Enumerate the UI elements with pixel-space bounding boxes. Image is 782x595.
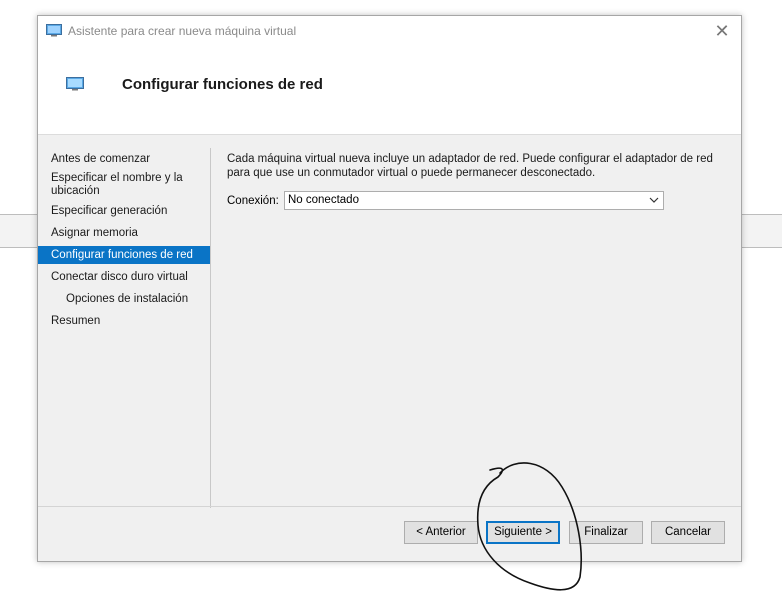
background-window-strip-left [0, 214, 40, 248]
next-button-label: Siguiente > [494, 526, 552, 538]
hyperv-vm-icon [46, 24, 62, 37]
nav-item-disco-duro[interactable]: Conectar disco duro virtual [38, 271, 210, 284]
page-title: Configurar funciones de red [122, 76, 323, 93]
finish-button[interactable]: Finalizar [569, 521, 643, 544]
network-config-panel: Cada máquina virtual nueva incluye un ad… [227, 153, 727, 210]
title-bar: Asistente para crear nueva máquina virtu… [38, 16, 741, 46]
wizard-steps-nav: Antes de comenzar Especificar el nombre … [38, 135, 210, 495]
connection-select[interactable]: No conectado [284, 191, 664, 210]
nav-item-nombre-ubicacion[interactable]: Especificar el nombre y la ubicación [38, 172, 188, 198]
background-window-strip-right [740, 214, 782, 248]
nav-item-resumen[interactable]: Resumen [38, 315, 210, 328]
footer-divider [38, 506, 741, 507]
new-vm-wizard-dialog: Asistente para crear nueva máquina virtu… [37, 15, 742, 562]
finish-button-label: Finalizar [584, 526, 628, 538]
close-icon[interactable]: ✕ [711, 20, 733, 42]
back-button[interactable]: < Anterior [404, 521, 478, 544]
wizard-body: Antes de comenzar Especificar el nombre … [38, 135, 741, 561]
network-description: Cada máquina virtual nueva incluye un ad… [227, 153, 713, 179]
nav-item-antes-de-comenzar[interactable]: Antes de comenzar [38, 153, 210, 166]
wizard-header: Configurar funciones de red [38, 46, 741, 135]
connection-row: Conexión: No conectado [227, 191, 717, 213]
nav-item-opciones-instalacion[interactable]: Opciones de instalación [38, 293, 210, 306]
nav-item-memoria[interactable]: Asignar memoria [38, 227, 210, 240]
window-title: Asistente para crear nueva máquina virtu… [68, 24, 297, 38]
nav-divider [210, 148, 211, 508]
network-vm-icon [66, 77, 84, 91]
next-button[interactable]: Siguiente > [486, 521, 560, 544]
chevron-down-icon [649, 197, 659, 203]
back-button-label: < Anterior [416, 526, 466, 538]
nav-item-funciones-red[interactable]: Configurar funciones de red [38, 246, 210, 264]
cancel-button-label: Cancelar [664, 526, 712, 538]
connection-label: Conexión: [227, 195, 279, 207]
nav-item-generacion[interactable]: Especificar generación [38, 205, 210, 218]
connection-value: No conectado [288, 194, 359, 206]
cancel-button[interactable]: Cancelar [651, 521, 725, 544]
